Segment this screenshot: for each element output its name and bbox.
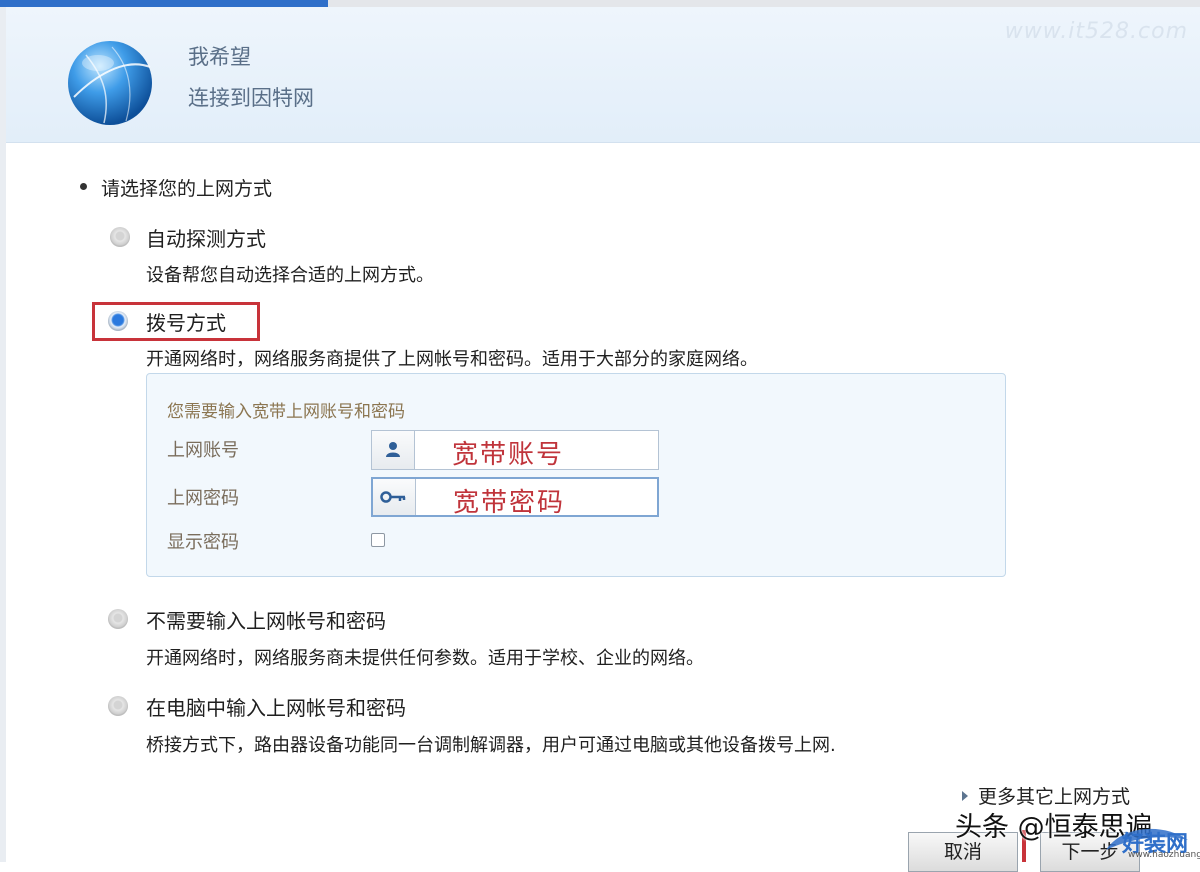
password-label: 上网密码 <box>167 488 239 509</box>
radio-dialup[interactable] <box>108 311 128 331</box>
password-value: 宽带密码 <box>453 488 566 518</box>
option-dialup-label[interactable]: 拨号方式 <box>146 307 226 336</box>
show-password-label: 显示密码 <box>167 532 239 553</box>
credentials-panel: 您需要输入宽带上网账号和密码 上网账号 宽带账号 上网密码 宽带密码 显示密码 <box>146 373 1006 577</box>
header-subtitle: 连接到因特网 <box>188 86 314 110</box>
prompt-text: 请选择您的上网方式 <box>101 178 273 200</box>
top-progress-bar <box>0 0 1200 7</box>
header-title: 我希望 <box>188 45 251 69</box>
user-icon <box>372 431 415 469</box>
account-label: 上网账号 <box>167 440 239 461</box>
bullet-icon <box>80 183 87 190</box>
globe-icon <box>64 37 156 129</box>
account-value: 宽带账号 <box>452 440 565 470</box>
site-watermark: www.it528.com <box>1004 19 1188 44</box>
show-password-checkbox[interactable] <box>371 533 385 547</box>
triangle-right-icon <box>962 790 968 801</box>
radio-auto-detect[interactable] <box>110 227 130 247</box>
option-auto-detect-desc: 设备帮您自动选择合适的上网方式。 <box>146 265 434 286</box>
wizard-header: 我希望 连接到因特网 www.it528.com <box>6 7 1200 143</box>
key-icon <box>373 479 416 515</box>
option-pc-dialup-label[interactable]: 在电脑中输入上网帐号和密码 <box>146 692 406 721</box>
password-input[interactable]: 宽带密码 <box>371 477 659 518</box>
option-dialup-desc: 开通网络时，网络服务商提供了上网帐号和密码。适用于大部分的家庭网络。 <box>146 349 758 370</box>
radio-no-credentials[interactable] <box>108 609 128 629</box>
radio-pc-dialup[interactable] <box>108 696 128 716</box>
progress-fill <box>0 0 328 7</box>
account-input[interactable]: 宽带账号 <box>371 430 659 470</box>
option-auto-detect-label[interactable]: 自动探测方式 <box>146 223 266 252</box>
option-pc-dialup-desc: 桥接方式下，路由器设备功能同一台调制解调器，用户可通过电脑或其他设备拨号上网. <box>146 735 836 756</box>
section-prompt: 请选择您的上网方式 <box>80 174 272 201</box>
panel-title: 您需要输入宽带上网账号和密码 <box>167 402 405 422</box>
option-no-credentials-label[interactable]: 不需要输入上网帐号和密码 <box>146 605 386 634</box>
brand-url: www.haozhuang.com <box>1128 850 1200 860</box>
option-no-credentials-desc: 开通网络时，网络服务商未提供任何参数。适用于学校、企业的网络。 <box>146 648 704 669</box>
